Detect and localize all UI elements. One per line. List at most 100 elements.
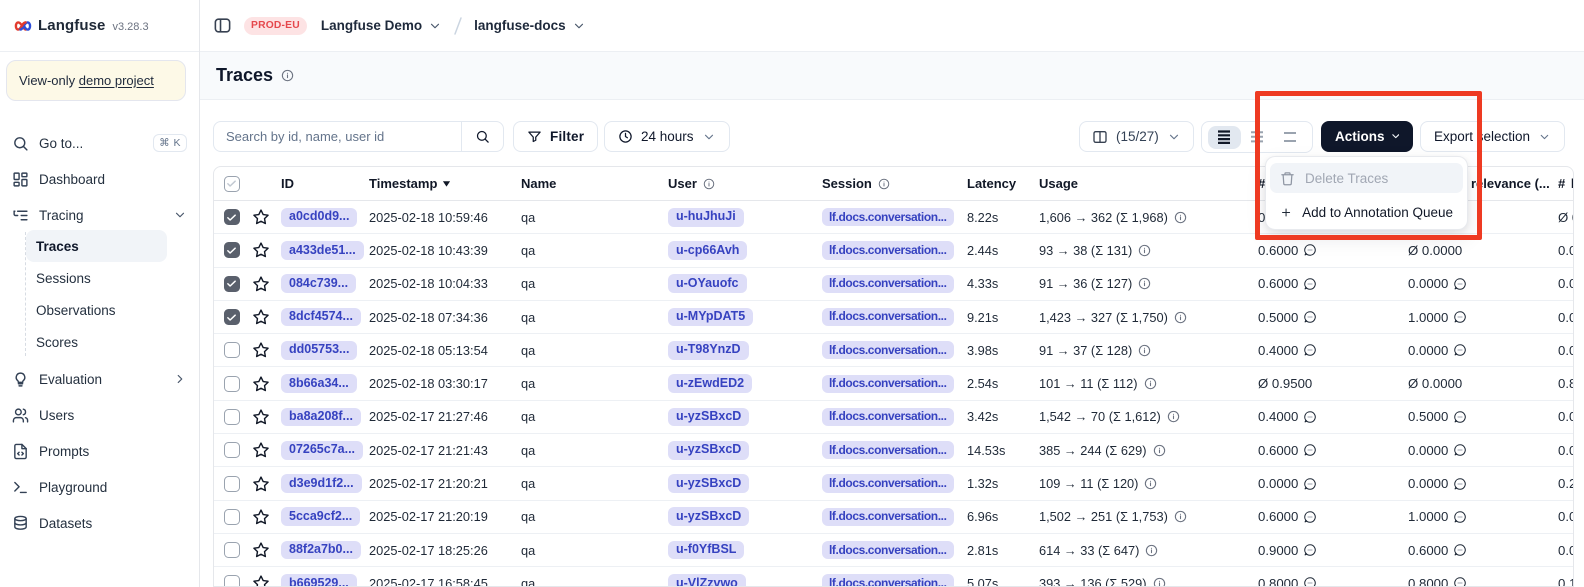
star-icon[interactable] [252, 475, 270, 493]
header-user[interactable]: User [668, 176, 822, 191]
row-height-medium-button[interactable] [1241, 122, 1274, 152]
row-checkbox[interactable] [214, 575, 249, 587]
cell-session[interactable]: lf.docs.conversation... [822, 208, 967, 226]
cell-id[interactable]: ba8a208f... [281, 408, 369, 427]
star-icon[interactable] [252, 341, 270, 359]
cell-session[interactable]: lf.docs.conversation... [822, 508, 967, 526]
header-name[interactable]: Name [521, 176, 668, 191]
header-latency[interactable]: Latency [967, 176, 1039, 191]
star-icon[interactable] [252, 408, 270, 426]
sidebar-item-prompts[interactable]: Prompts [8, 433, 191, 469]
row-star[interactable] [249, 375, 281, 393]
cell-id[interactable]: a0cd0d9... [281, 208, 369, 227]
cell-user[interactable]: u-zEwdED2 [668, 374, 822, 393]
cell-id[interactable]: 88f2a7b0... [281, 541, 369, 560]
table-row[interactable]: 8dcf4574...2025-02-18 07:34:36qau-MYpDAT… [214, 301, 1573, 334]
row-star[interactable] [249, 208, 281, 226]
table-row[interactable]: 084c739...2025-02-18 10:04:33qau-OYauofc… [214, 268, 1573, 301]
cell-user[interactable]: u-yzSBxcD [668, 441, 822, 460]
sidebar-item-datasets[interactable]: Datasets [8, 505, 191, 541]
table-row[interactable]: 07265c7a...2025-02-17 21:21:43qau-yzSBxc… [214, 434, 1573, 467]
cell-session[interactable]: lf.docs.conversation... [822, 541, 967, 559]
row-checkbox[interactable] [214, 376, 249, 392]
row-checkbox[interactable] [214, 476, 249, 492]
search-input[interactable]: Search by id, name, user id [214, 129, 461, 144]
sidebar-item-evaluation[interactable]: Evaluation [8, 361, 191, 397]
sidebar-item-dashboard[interactable]: Dashboard [8, 161, 191, 197]
star-icon[interactable] [252, 308, 270, 326]
header-id[interactable]: ID [281, 176, 369, 191]
cell-user[interactable]: u-yzSBxcD [668, 474, 822, 493]
cell-id[interactable]: d3e9d1f2... [281, 474, 369, 493]
cell-session[interactable]: lf.docs.conversation... [822, 408, 967, 426]
row-height-small-button[interactable] [1208, 126, 1241, 149]
sidebar-item-playground[interactable]: Playground [8, 469, 191, 505]
row-checkbox[interactable] [214, 242, 249, 258]
cell-user[interactable]: u-VlZzvwo [668, 574, 822, 587]
row-checkbox[interactable] [214, 442, 249, 458]
cell-id[interactable]: 084c739... [281, 274, 369, 293]
star-icon[interactable] [252, 541, 270, 559]
cell-user[interactable]: u-f0YfBSL [668, 541, 822, 560]
table-row[interactable]: ba8a208f...2025-02-17 21:27:46qau-yzSBxc… [214, 401, 1573, 434]
sidebar-toggle-icon[interactable] [213, 16, 232, 35]
row-checkbox[interactable] [214, 276, 249, 292]
cell-id[interactable]: a433de51... [281, 241, 369, 260]
sidebar-item-sessions[interactable]: Sessions [26, 262, 167, 294]
demo-project-link[interactable]: demo project [79, 73, 154, 88]
sidebar-item-scores[interactable]: Scores [26, 326, 167, 358]
header-timestamp[interactable]: Timestamp [369, 176, 521, 191]
cell-session[interactable]: lf.docs.conversation... [822, 341, 967, 359]
select-all-checkbox[interactable] [214, 176, 249, 192]
cell-user[interactable]: u-T98YnzD [668, 341, 822, 360]
cell-id[interactable]: dd05753... [281, 341, 369, 360]
cell-user[interactable]: u-OYauofc [668, 274, 822, 293]
row-star[interactable] [249, 408, 281, 426]
table-row[interactable]: d3e9d1f2...2025-02-17 21:20:21qau-yzSBxc… [214, 467, 1573, 500]
table-row[interactable]: 8b66a34...2025-02-18 03:30:17qau-zEwdED2… [214, 367, 1573, 400]
columns-button[interactable]: (15/27) [1079, 121, 1194, 152]
cell-id[interactable]: 5cca9cf2... [281, 507, 369, 526]
cell-id[interactable]: 8b66a34... [281, 374, 369, 393]
time-range-button[interactable]: 24 hours [604, 121, 730, 152]
cell-user[interactable]: u-cp66Avh [668, 241, 822, 260]
row-star[interactable] [249, 308, 281, 326]
row-star[interactable] [249, 508, 281, 526]
cell-session[interactable]: lf.docs.conversation... [822, 241, 967, 259]
search-button[interactable] [461, 122, 503, 151]
table-row[interactable]: 5cca9cf2...2025-02-17 21:20:19qau-yzSBxc… [214, 501, 1573, 534]
header-score-c[interactable]: # h [1556, 176, 1574, 191]
header-session[interactable]: Session [822, 176, 967, 191]
cell-session[interactable]: lf.docs.conversation... [822, 308, 967, 326]
row-star[interactable] [249, 574, 281, 587]
star-icon[interactable] [252, 574, 270, 587]
filter-button[interactable]: Filter [513, 121, 598, 152]
cell-user[interactable]: u-huJhuJi [668, 208, 822, 227]
table-row[interactable]: 88f2a7b0...2025-02-17 18:25:26qau-f0YfBS… [214, 534, 1573, 567]
cell-id[interactable]: b669529... [281, 574, 369, 587]
cell-user[interactable]: u-MYpDAT5 [668, 308, 822, 327]
table-row[interactable]: a433de51...2025-02-18 10:43:39qau-cp66Av… [214, 234, 1573, 267]
header-usage[interactable]: Usage [1039, 176, 1258, 191]
star-icon[interactable] [252, 375, 270, 393]
cell-session[interactable]: lf.docs.conversation... [822, 574, 967, 587]
row-checkbox[interactable] [214, 209, 249, 225]
row-star[interactable] [249, 475, 281, 493]
table-row[interactable]: b669529...2025-02-17 16:58:45qau-VlZzvwo… [214, 567, 1573, 587]
sidebar-item-goto[interactable]: Go to... ⌘ K [8, 125, 191, 161]
sidebar-item-traces[interactable]: Traces [26, 230, 167, 262]
row-star[interactable] [249, 441, 281, 459]
star-icon[interactable] [252, 241, 270, 259]
menu-item-delete-traces[interactable]: Delete Traces [1270, 163, 1463, 193]
info-icon[interactable] [281, 69, 294, 82]
row-checkbox[interactable] [214, 542, 249, 558]
row-star[interactable] [249, 241, 281, 259]
row-checkbox[interactable] [214, 309, 249, 325]
row-checkbox[interactable] [214, 409, 249, 425]
export-button[interactable]: Export selection [1420, 121, 1565, 152]
cell-session[interactable]: lf.docs.conversation... [822, 474, 967, 492]
cell-session[interactable]: lf.docs.conversation... [822, 375, 967, 393]
star-icon[interactable] [252, 208, 270, 226]
cell-user[interactable]: u-yzSBxcD [668, 408, 822, 427]
sidebar-item-tracing[interactable]: Tracing [8, 197, 191, 233]
